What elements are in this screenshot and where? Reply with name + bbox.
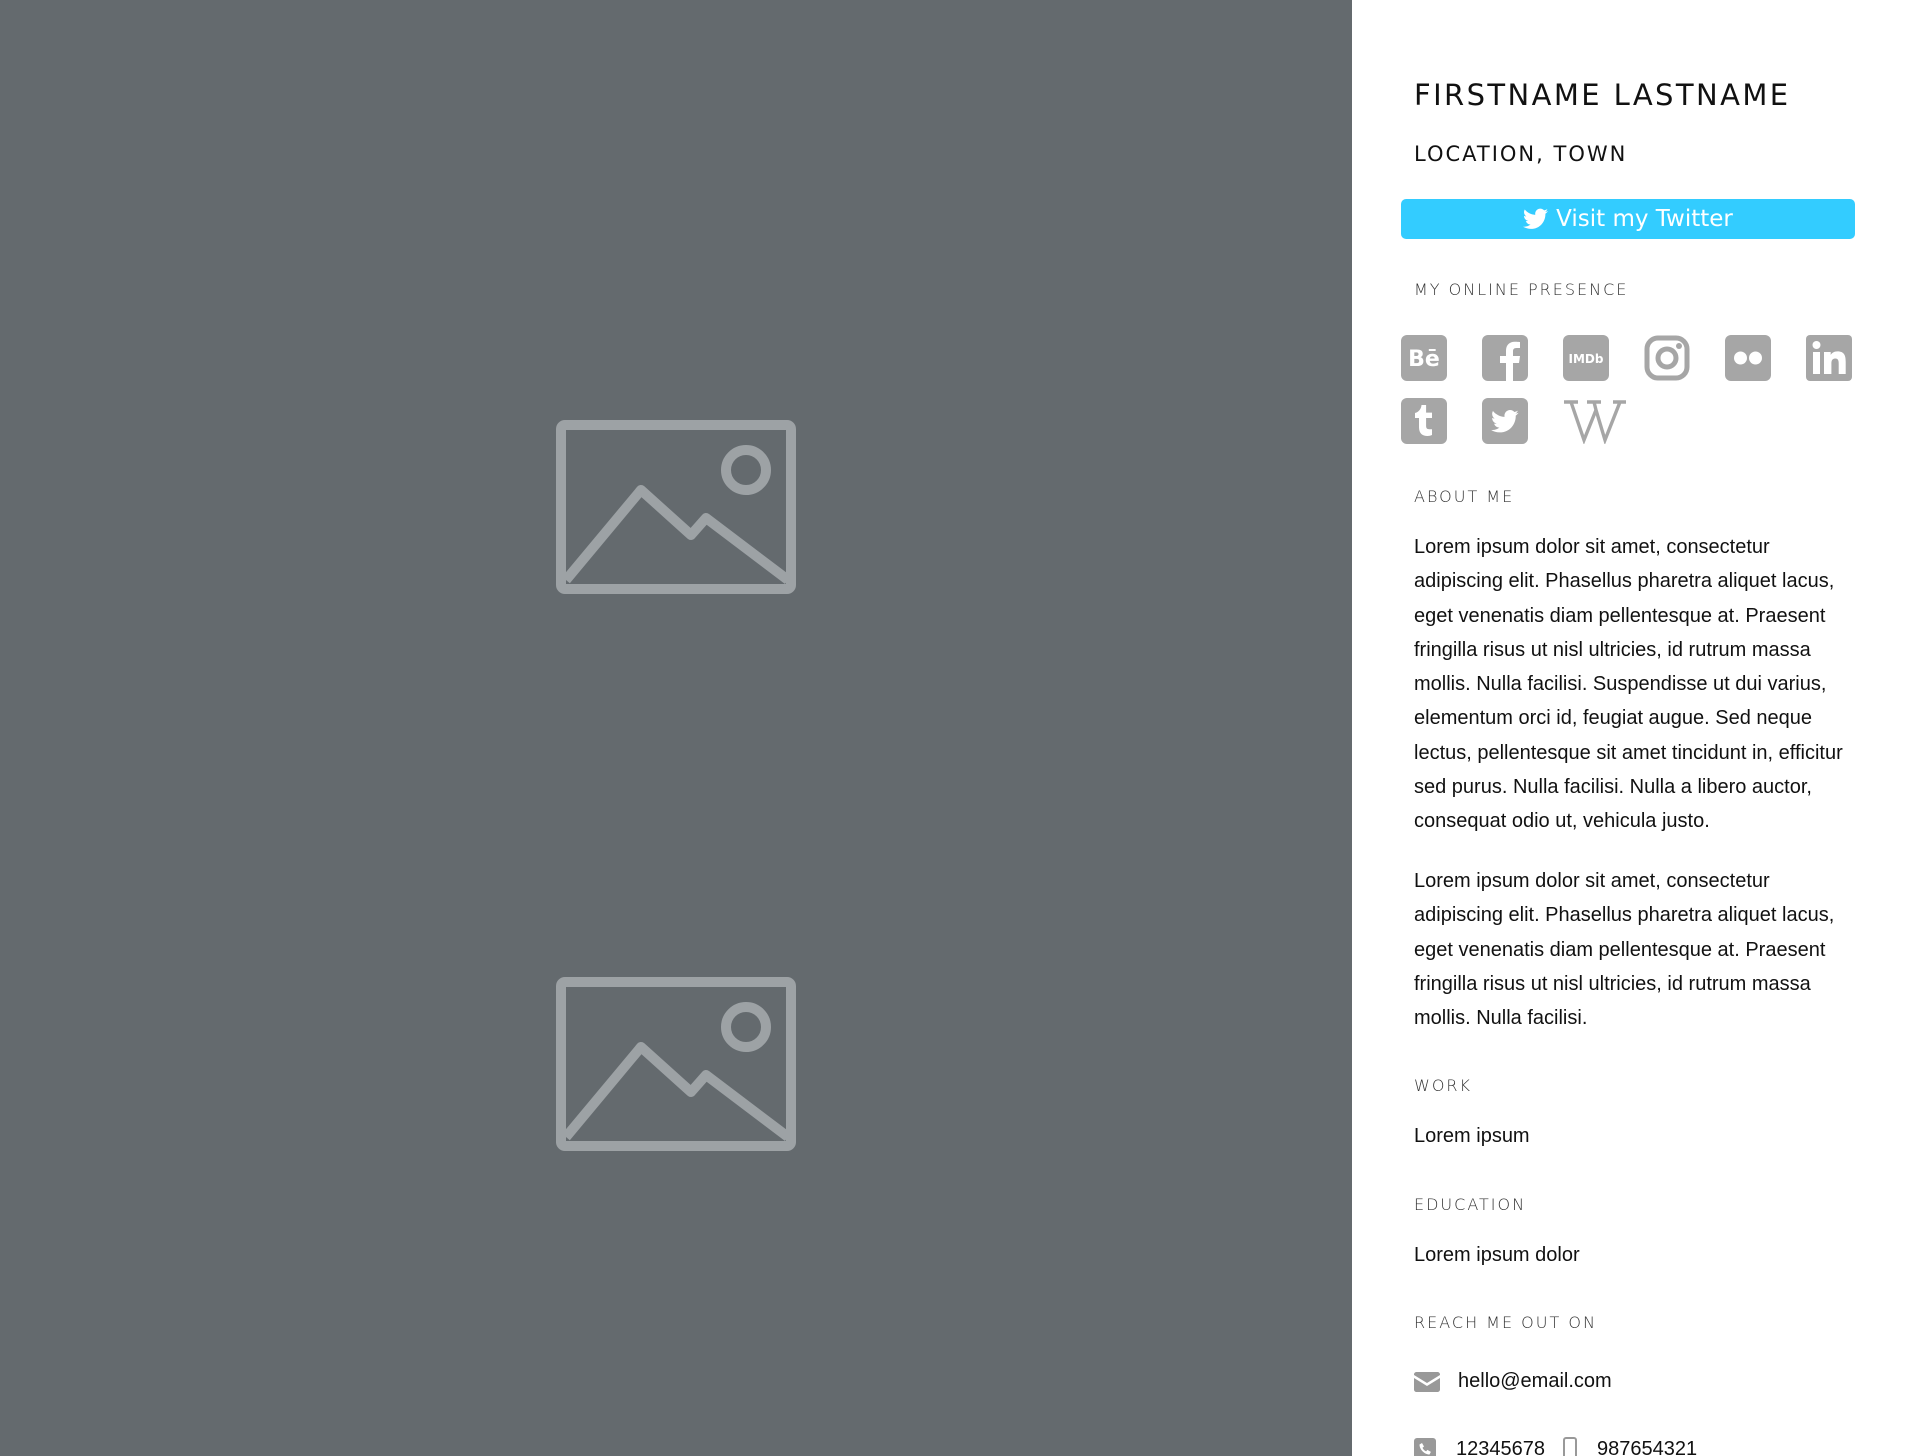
online-presence-heading: MY ONLINE PRESENCE bbox=[1414, 280, 1629, 299]
phone-number[interactable]: 12345678 bbox=[1456, 1438, 1545, 1456]
about-paragraph-2: Lorem ipsum dolor sit amet, consectetur … bbox=[1414, 870, 1835, 1030]
twitter-icon[interactable] bbox=[1482, 398, 1528, 444]
svg-text:Bē: Bē bbox=[1408, 347, 1440, 372]
profile-panel: FIRSTNAME LASTNAME LOCATION, TOWN Visit … bbox=[1352, 0, 1920, 1456]
twitter-bird-icon bbox=[1523, 208, 1549, 229]
linkedin-icon[interactable] bbox=[1806, 335, 1852, 381]
tumblr-icon[interactable] bbox=[1401, 398, 1447, 444]
work-heading: WORK bbox=[1414, 1076, 1473, 1095]
phone-row: 12345678 987654321 bbox=[1414, 1437, 1697, 1456]
education-heading: EDUCATION bbox=[1414, 1195, 1527, 1214]
photo-gallery bbox=[0, 0, 1352, 1456]
imdb-icon[interactable]: IMDb bbox=[1563, 335, 1609, 381]
visit-twitter-button[interactable]: Visit my Twitter bbox=[1401, 199, 1855, 239]
gallery-image-placeholder[interactable] bbox=[556, 977, 796, 1151]
mobile-number[interactable]: 987654321 bbox=[1597, 1438, 1697, 1456]
about-paragraph-1: Lorem ipsum dolor sit amet, consectetur … bbox=[1414, 536, 1843, 833]
email-link[interactable]: hello@email.com bbox=[1458, 1370, 1612, 1393]
phone-icon bbox=[1414, 1438, 1436, 1456]
svg-text:IMDb: IMDb bbox=[1569, 352, 1604, 366]
behance-icon[interactable]: Bē bbox=[1401, 335, 1447, 381]
work-value: Lorem ipsum bbox=[1414, 1125, 1530, 1147]
email-row: hello@email.com bbox=[1414, 1370, 1612, 1393]
image-placeholder-icon bbox=[556, 420, 796, 594]
mobile-icon bbox=[1562, 1437, 1577, 1456]
profile-location: LOCATION, TOWN bbox=[1414, 142, 1628, 166]
about-heading: ABOUT ME bbox=[1414, 487, 1515, 506]
twitter-button-label: Visit my Twitter bbox=[1556, 206, 1733, 232]
image-placeholder-icon bbox=[556, 977, 796, 1151]
wikipedia-icon[interactable] bbox=[1563, 398, 1627, 444]
facebook-icon[interactable] bbox=[1482, 335, 1528, 381]
flickr-icon[interactable] bbox=[1725, 335, 1771, 381]
contact-heading: REACH ME OUT ON bbox=[1414, 1313, 1597, 1332]
envelope-icon bbox=[1414, 1371, 1440, 1392]
gallery-image-placeholder[interactable] bbox=[556, 420, 796, 594]
profile-name: FIRSTNAME LASTNAME bbox=[1414, 78, 1791, 112]
education-value: Lorem ipsum dolor bbox=[1414, 1244, 1580, 1266]
page: FIRSTNAME LASTNAME LOCATION, TOWN Visit … bbox=[0, 0, 1920, 1456]
instagram-icon[interactable] bbox=[1644, 335, 1690, 381]
